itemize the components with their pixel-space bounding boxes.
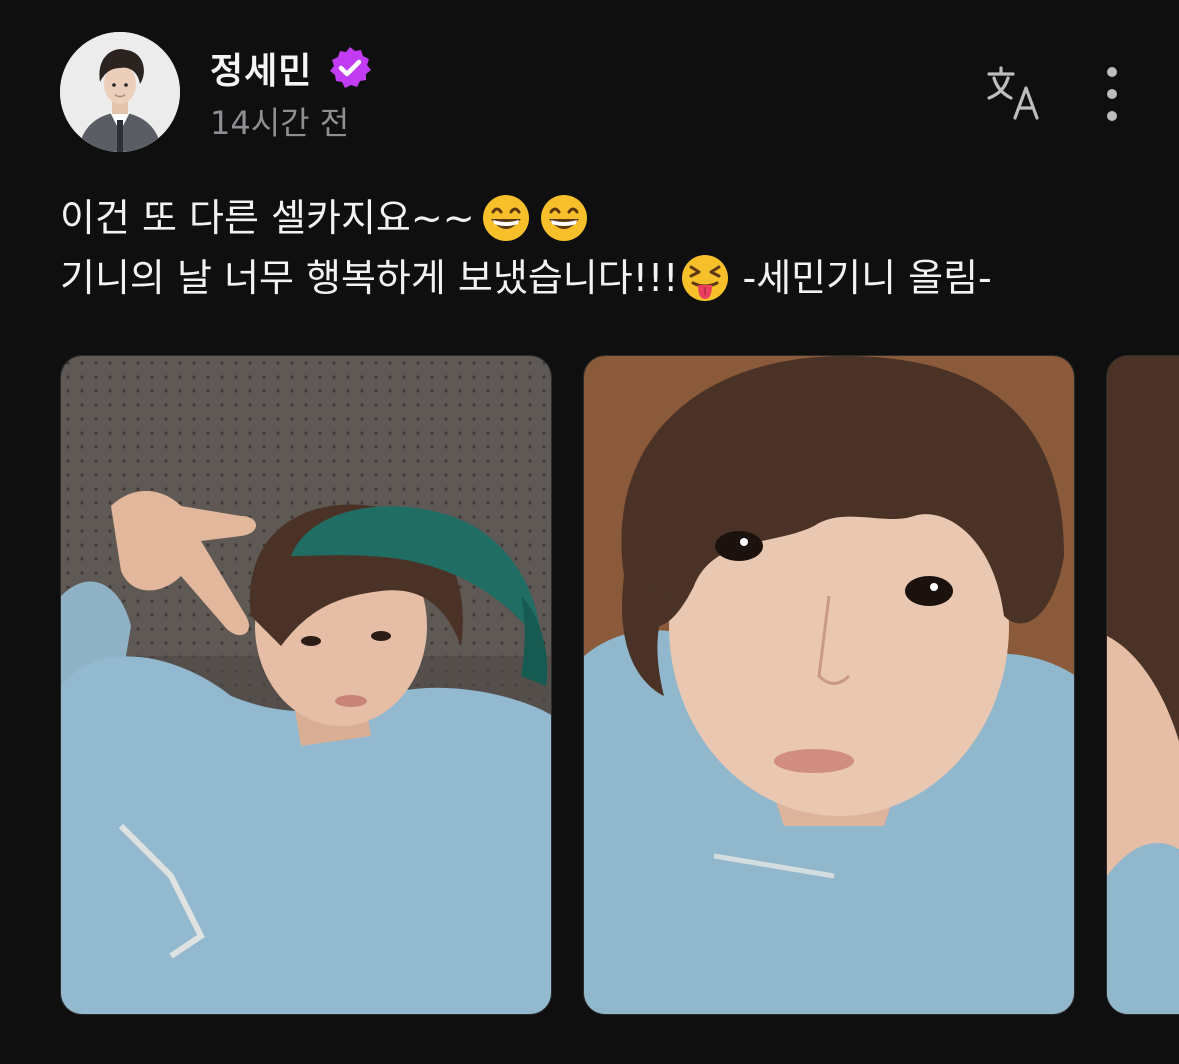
post-line-2: 기니의 날 너무 행복하게 보냈습니다!!! -세민기니 올림- [60,248,1140,308]
post-text-line-1: 이건 또 다른 셀카지요~~ [60,196,475,240]
post-text-line-2: 기니의 날 너무 행복하게 보냈습니다!!! [60,256,679,300]
author-name-row: 정세민 [210,38,374,98]
translate-icon [987,66,1039,120]
avatar[interactable] [60,32,180,152]
more-vertical-icon [1107,67,1117,121]
squinting-tongue-face-icon [682,255,729,301]
author-name[interactable]: 정세민 [210,42,312,94]
post-body: 이건 또 다른 셀카지요~~ 기니의 날 너무 행복하게 보냈습니다!!! -세… [60,188,1140,308]
post-text-line-2-suffix: -세민기니 올림- [730,256,992,300]
more-options-button[interactable] [1094,62,1130,126]
gallery-photo-1[interactable] [60,355,552,1015]
gallery-photo-3[interactable] [1106,355,1179,1015]
verified-badge-icon [330,47,372,88]
post-timestamp: 14시간 전 [210,104,350,142]
post-header: 정세민 14시간 전 [60,32,1140,162]
post-line-1: 이건 또 다른 셀카지요~~ [60,188,1140,248]
gallery-photo-2[interactable] [583,355,1075,1015]
photo-gallery[interactable] [60,355,1179,1015]
translate-button[interactable] [985,62,1045,122]
grinning-face-icon [482,195,529,241]
grinning-face-icon [540,195,587,241]
